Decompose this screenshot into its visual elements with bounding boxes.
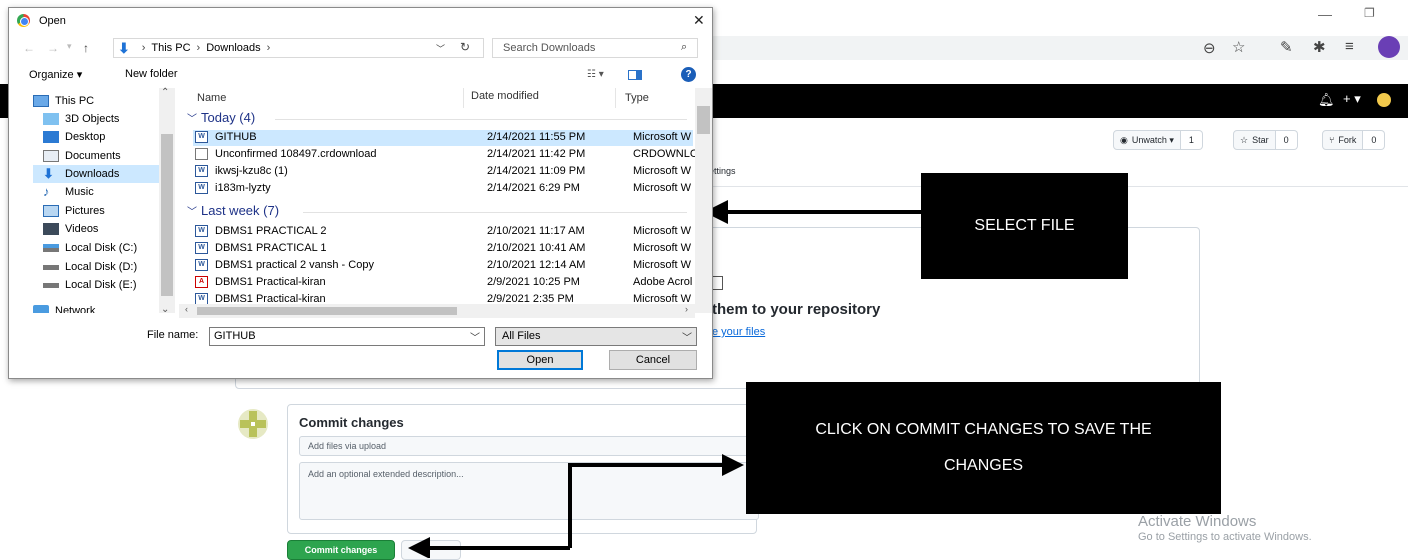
video-icon: [43, 223, 59, 235]
chevron-down-icon[interactable]: ﹀: [470, 329, 480, 344]
group-header-last-week[interactable]: ﹀ Last week (7): [187, 203, 279, 218]
column-header-date[interactable]: Date modified: [471, 90, 539, 102]
download-icon: ⬇: [118, 39, 130, 56]
navigation-pane: This PC 3D Objects Desktop Documents ⬇ Do…: [9, 88, 175, 313]
sidebar-item-pictures[interactable]: Pictures: [43, 202, 175, 220]
column-separator: [615, 88, 616, 108]
commit-arrowhead-right: [722, 454, 744, 476]
list-item[interactable]: W DBMS1 PRACTICAL 2 2/10/2021 11:17 AM M…: [193, 224, 693, 240]
sidebar-item-documents[interactable]: Documents: [43, 147, 175, 165]
chevron-down-icon[interactable]: ⌄: [161, 304, 169, 315]
list-item[interactable]: A DBMS1 Practical-kiran 2/9/2021 10:25 P…: [193, 275, 693, 291]
group-divider: [303, 212, 687, 213]
breadcrumb-downloads[interactable]: Downloads: [206, 42, 260, 54]
sidebar-item-local-disk-c[interactable]: Local Disk (C:): [43, 239, 175, 257]
search-icon: ⌕: [681, 41, 688, 53]
view-options-icon[interactable]: ☷ ▾: [587, 69, 604, 80]
list-item[interactable]: W i183m-lyzty 2/14/2021 6:29 PM Microsof…: [193, 181, 693, 197]
dialog-titlebar: [9, 8, 712, 34]
word-icon: W: [195, 242, 208, 254]
organize-button[interactable]: Organize ▾: [29, 68, 82, 81]
sidebar-item-videos[interactable]: Videos: [43, 220, 175, 238]
file-name-input[interactable]: GITHUB ﹀: [209, 327, 485, 346]
commit-arrowhead-left: [408, 537, 430, 558]
disk-icon: [43, 244, 59, 252]
music-icon: ♪: [43, 184, 50, 199]
group-divider: [275, 119, 687, 120]
group-header-today[interactable]: ﹀ Today (4): [187, 110, 255, 125]
file-list-scrollbar-thumb[interactable]: [697, 106, 710, 134]
chevron-down-icon: ﹀: [682, 333, 692, 344]
chevron-down-icon[interactable]: ﹀: [436, 42, 445, 55]
help-icon[interactable]: ?: [681, 67, 696, 82]
column-header-name[interactable]: Name: [197, 92, 226, 104]
open-file-dialog: Open ✕ ← → ▾ ↑ ⬇ › This PC › Downloads ›…: [8, 7, 713, 379]
file-list: Name Date modified Type ﹀ Today (4) W GIT…: [179, 88, 695, 313]
nav-scrollbar-thumb[interactable]: [161, 134, 173, 296]
chrome-icon: [17, 14, 30, 27]
computer-icon: [33, 95, 49, 107]
word-icon: W: [195, 165, 208, 177]
forward-arrow-icon[interactable]: →: [47, 41, 59, 55]
desktop-icon: [43, 131, 59, 143]
chevron-right-icon[interactable]: ›: [685, 304, 688, 314]
file-name-value: GITHUB: [214, 330, 256, 342]
sidebar-item-local-disk-d[interactable]: Local Disk (D:): [43, 258, 175, 276]
file-type-value: All Files: [502, 330, 541, 342]
sidebar-item-this-pc[interactable]: This PC: [33, 92, 175, 110]
word-icon: W: [195, 259, 208, 271]
chevron-down-icon: ﹀: [187, 114, 197, 125]
back-arrow-icon[interactable]: ←: [23, 41, 35, 55]
column-separator: [463, 88, 464, 108]
column-header-type[interactable]: Type: [625, 92, 649, 104]
list-item[interactable]: W DBMS1 PRACTICAL 1 2/10/2021 10:41 AM M…: [193, 241, 693, 257]
word-icon: W: [195, 131, 208, 143]
pdf-icon: A: [195, 276, 208, 288]
breadcrumb-separator: ›: [196, 42, 201, 54]
sidebar-item-local-disk-e[interactable]: Local Disk (E:): [43, 276, 175, 294]
search-placeholder: Search Downloads: [503, 42, 596, 54]
list-item[interactable]: Unconfirmed 108497.crdownload 2/14/2021 …: [193, 147, 695, 163]
network-icon: [33, 305, 49, 313]
sidebar-item-network[interactable]: Network: [33, 302, 175, 313]
breadcrumb-separator: ›: [141, 42, 146, 54]
new-folder-button[interactable]: New folder: [125, 68, 178, 80]
chevron-left-icon[interactable]: ‹: [185, 304, 188, 314]
disk-icon: [43, 264, 59, 270]
search-input[interactable]: Search Downloads ⌕: [492, 38, 698, 58]
file-type-select[interactable]: All Files ﹀: [495, 327, 697, 346]
word-icon: W: [195, 225, 208, 237]
sidebar-item-3d-objects[interactable]: 3D Objects: [43, 110, 175, 128]
document-icon: [43, 150, 59, 162]
close-icon[interactable]: ✕: [693, 12, 705, 29]
sidebar-item-music[interactable]: ♪ Music: [43, 183, 175, 201]
preview-pane-icon[interactable]: [628, 70, 642, 80]
dialog-title: Open: [39, 15, 66, 27]
list-item[interactable]: W GITHUB 2/14/2021 11:55 PM Microsoft W: [193, 130, 693, 146]
up-arrow-icon[interactable]: ↑: [83, 41, 89, 55]
download-icon: ⬇: [43, 166, 54, 181]
picture-icon: [43, 205, 59, 217]
disk-icon: [43, 282, 59, 288]
cube-icon: [43, 113, 59, 125]
breadcrumb-this-pc[interactable]: This PC: [151, 42, 190, 54]
chevron-down-icon[interactable]: ▾: [67, 41, 72, 52]
breadcrumb[interactable]: ⬇ › This PC › Downloads › ﹀ ↻: [113, 38, 484, 58]
cancel-button[interactable]: Cancel: [609, 350, 697, 370]
file-name-label: File name:: [147, 329, 199, 341]
sidebar-item-desktop[interactable]: Desktop: [43, 128, 175, 146]
list-item[interactable]: W DBMS1 practical 2 vansh - Copy 2/10/20…: [193, 258, 693, 274]
refresh-icon[interactable]: ↻: [460, 40, 470, 54]
breadcrumb-separator: ›: [266, 42, 271, 54]
horizontal-scrollbar-thumb[interactable]: [197, 307, 457, 315]
chevron-up-icon[interactable]: ⌃: [161, 87, 169, 98]
commit-arrow-line: [568, 463, 735, 548]
chevron-down-icon: ﹀: [187, 207, 197, 218]
word-icon: W: [195, 182, 208, 194]
open-button[interactable]: Open: [497, 350, 583, 370]
blank-file-icon: [195, 148, 208, 160]
list-item[interactable]: W ikwsj-kzu8c (1) 2/14/2021 11:09 PM Mic…: [193, 164, 693, 180]
sidebar-item-downloads[interactable]: ⬇ Downloads: [33, 165, 159, 183]
